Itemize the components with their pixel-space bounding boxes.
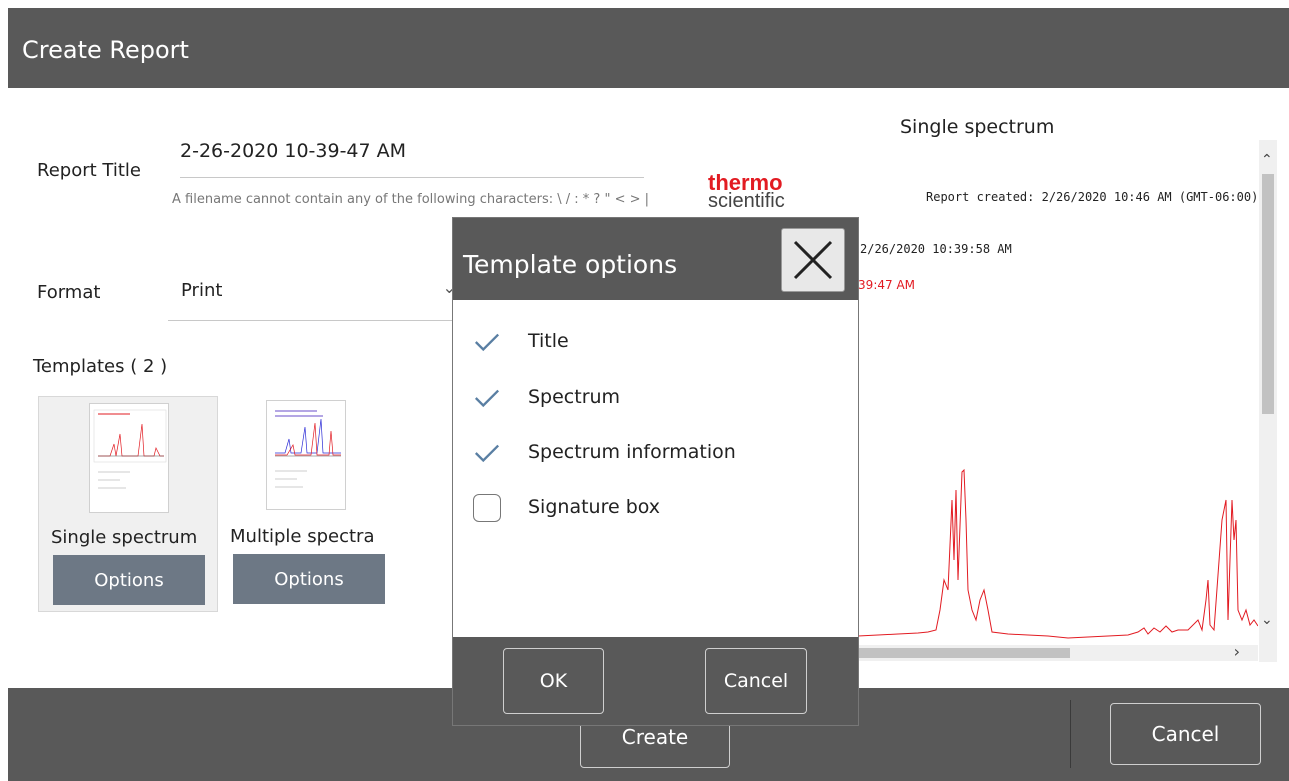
checkmark-icon [474,333,500,352]
report-title-input[interactable]: 2-26-2020 10-39-47 AM [180,138,644,178]
create-report-window: Create Report Report Title 2-26-2020 10-… [0,0,1289,781]
spectrum-line [858,468,1258,639]
footer-divider [1070,700,1071,768]
preview-red-text: :39:47 AM [854,278,916,292]
filename-hint: A filename cannot contain any of the fol… [172,192,650,207]
template-name: Multiple spectra [230,526,375,547]
template-thumbnail-single [89,403,169,513]
dialog-title: Template options [463,250,678,279]
checkmark-icon [474,389,500,408]
option-spectrum[interactable]: Spectrum [471,380,841,416]
template-card-multiple-spectra[interactable]: Multiple spectra Options [222,396,402,612]
window-title: Create Report [22,36,189,64]
format-select[interactable]: Print ⌄ [168,266,468,321]
scroll-thumb[interactable] [1262,174,1274,414]
options-button-multiple[interactable]: Options [233,554,385,604]
cancel-button[interactable]: Cancel [1110,703,1261,765]
report-created-text: Report created: 2/26/2020 10:46 AM (GMT-… [926,190,1259,204]
option-title[interactable]: Title [471,324,841,360]
templates-label: Templates ( 2 ) [33,356,168,377]
options-button-single[interactable]: Options [53,555,205,605]
template-options-dialog: Template options Title Spectrum Spectrum… [453,218,858,725]
scroll-down-icon[interactable]: ⌄ [1261,612,1273,628]
title-bar: Create Report [8,8,1289,88]
preview-horizontal-scrollbar[interactable]: › [858,642,1258,661]
preview-vertical-scrollbar[interactable]: ⌃ ⌄ [1259,140,1277,662]
scroll-right-icon[interactable]: › [1234,642,1240,661]
report-title-label: Report Title [37,160,141,181]
close-button[interactable] [781,228,845,292]
close-icon [793,240,833,280]
template-thumbnail-multiple [266,400,346,510]
scroll-up-icon[interactable]: ⌃ [1261,152,1273,168]
template-card-single-spectrum[interactable]: Single spectrum Options [38,396,218,612]
scroll-thumb[interactable] [858,648,1070,658]
dialog-cancel-button[interactable]: Cancel [705,648,807,714]
preview-date: 2/26/2020 10:39:58 AM [860,242,1012,256]
checkbox-unchecked-icon[interactable] [473,494,501,522]
option-spectrum-information[interactable]: Spectrum information [471,435,841,471]
template-name: Single spectrum [51,527,198,548]
format-selected-value: Print [181,280,223,301]
dialog-header: Template options [453,218,858,300]
option-signature-box[interactable]: Signature box [471,490,841,526]
checkmark-icon [474,444,500,463]
format-label: Format [37,282,101,303]
ok-button[interactable]: OK [503,648,604,714]
spectrum-plot [858,468,1258,647]
thermo-scientific-logo: thermo scientific [708,170,785,212]
preview-heading: Single spectrum [900,116,1055,138]
